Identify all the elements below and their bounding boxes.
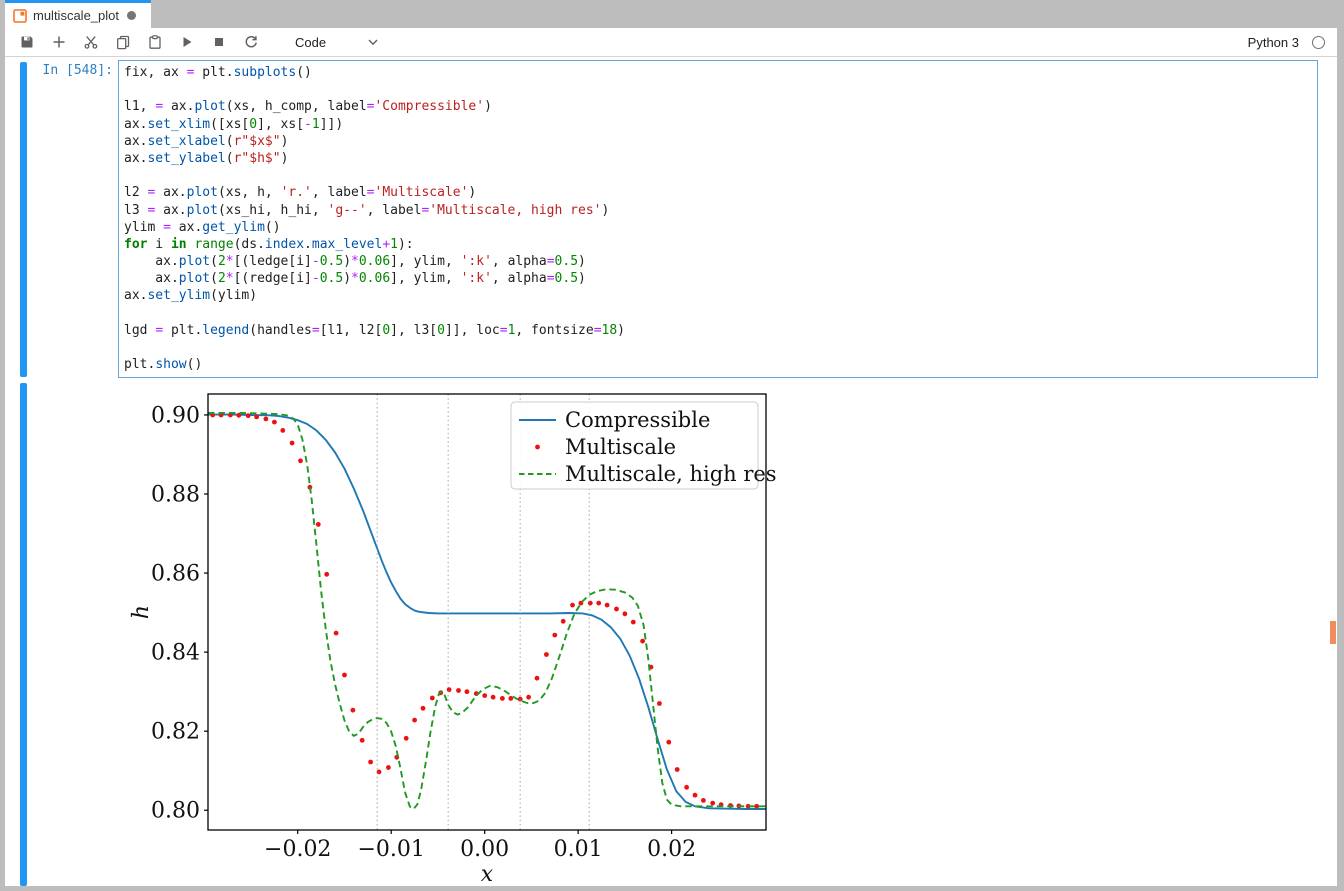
code-line: ax.set_ylabel(r"$h$") [124,150,289,166]
notebook-icon [13,8,27,23]
insert-cell-button[interactable] [47,30,71,54]
legend-label: Compressible [565,408,710,432]
y-tick-label: 0.82 [151,720,200,745]
y-tick-label: 0.90 [151,403,200,428]
figure-canvas: 0.90 0.88 0.86 0.84 0.82 0.80 −0.02 −0.01 0.00 0.… [128,393,778,887]
x-axis-label: x [481,862,494,886]
code-editor[interactable]: fix, ax = plt.subplots()​l1, = ax.plot(x… [118,60,1318,378]
kernel-indicator[interactable]: Python 3 [1248,28,1325,57]
paste-cells-button[interactable] [143,30,167,54]
code-line: ​ [124,339,1317,356]
plus-icon [53,36,65,48]
stop-icon [215,38,223,46]
run-cell-button[interactable] [175,30,199,54]
x-tick-label: −0.01 [357,837,424,862]
input-prompt: In [548]: [42,63,113,78]
cut-cells-button[interactable] [79,30,103,54]
interrupt-kernel-button[interactable] [207,30,231,54]
output-collapser[interactable] [20,383,27,886]
legend-label: Multiscale, high res [565,462,777,486]
tab-bar: multiscale_plot [5,0,1337,28]
cell-type-dropdown[interactable]: Code [293,31,381,53]
code-line: ax.set_ylim(ylim) [124,288,258,304]
y-tick-label: 0.88 [151,483,200,508]
scrollbar-marker [1330,621,1336,644]
unsaved-changes-dot [127,11,136,20]
chevron-down-icon [368,39,378,46]
code-line: ​ [124,81,1317,98]
code-line: ax.plot(2*[(redge[i]-0.5)*0.06], ylim, '… [124,271,586,287]
x-tick-label: 0.02 [647,837,696,862]
tab-title: multiscale_plot [33,8,119,23]
restart-kernel-button[interactable] [239,30,263,54]
copy-icon [117,35,130,50]
run-icon [183,37,192,47]
x-tick-label: 0.01 [554,837,603,862]
code-line: l3 = ax.plot(xs_hi, h_hi, 'g--', label='… [124,202,610,218]
code-line: ​ [124,167,1317,184]
tab-multiscale-plot[interactable]: multiscale_plot [5,0,151,28]
code-line: ax.plot(2*[(ledge[i]-0.5)*0.06], ylim, '… [124,254,586,270]
kernel-name: Python 3 [1247,35,1299,50]
clipboard-icon [149,35,161,49]
output-figure: 0.90 0.88 0.86 0.84 0.82 0.80 −0.02 −0.01 0.00 0.… [128,393,778,887]
restart-icon [245,35,257,48]
code-line: l2 = ax.plot(xs, h, 'r.', label='Multisc… [124,185,477,201]
legend: Compressible Multiscale Multiscale, high r… [510,401,777,490]
notebook-toolbar: Code Python 3 [5,28,1337,57]
kernel-status-icon [1312,36,1325,49]
y-tick-label: 0.84 [151,641,200,666]
y-axis-label: h [129,605,154,619]
input-collapser[interactable] [20,62,27,377]
code-line: plt.show() [124,357,203,373]
x-tick-label: 0.00 [460,837,509,862]
y-tick-label: 0.80 [151,799,200,824]
code-line: ax.set_xlim([xs[0], xs[-1]]) [124,116,344,132]
jupyterlab-window: multiscale_plot Code Python 3 In [548]: … [5,0,1337,887]
y-tick-label: 0.86 [151,562,200,587]
code-line: fix, ax = plt.subplots() [124,65,312,80]
x-tick-label: −0.02 [264,837,331,862]
code-line: ax.set_xlabel(r"$x$") [124,133,289,149]
save-icon [21,36,33,48]
code-line: ​ [124,305,1317,322]
copy-cells-button[interactable] [111,30,135,54]
cell-type-value: Code [295,34,327,50]
code-line: for i in range(ds.index.max_level+1): [124,236,414,252]
notebook-panel: In [548]: fix, ax = plt.subplots()​l1, =… [5,57,1337,887]
code-line: ylim = ax.get_ylim() [124,219,281,235]
legend-label: Multiscale [565,435,676,459]
code-line: lgd = plt.legend(handles=[l1, l2[0], l3[… [124,322,625,338]
scissors-icon [84,36,98,49]
code-line: l1, = ax.plot(xs, h_comp, label='Compres… [124,99,492,115]
save-button[interactable] [15,30,39,54]
